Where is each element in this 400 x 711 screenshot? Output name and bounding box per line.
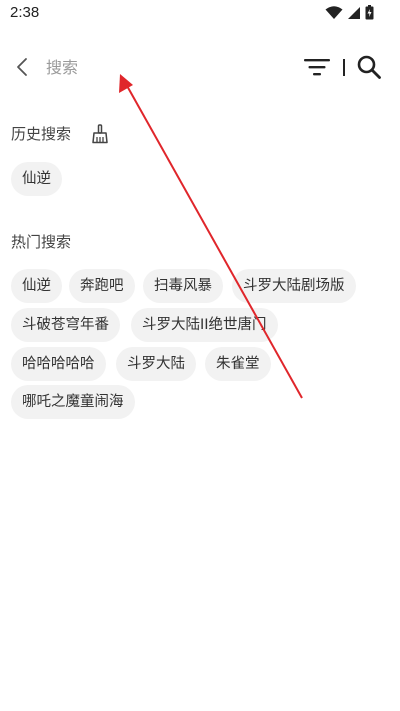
hot-chip[interactable]: 斗罗大陆 — [116, 347, 196, 381]
hot-chip[interactable]: 斗罗大陆剧场版 — [232, 269, 356, 303]
hot-chip[interactable]: 仙逆 — [11, 269, 62, 303]
hot-chip[interactable]: 斗破苍穹年番 — [11, 308, 120, 342]
hot-section-title: 热门搜索 — [11, 233, 72, 251]
hot-chip[interactable]: 斗罗大陆II绝世唐门 — [131, 308, 278, 342]
search-header — [0, 42, 400, 92]
broom-icon[interactable] — [91, 124, 109, 144]
hot-chip[interactable]: 哈哈哈哈哈 — [11, 347, 106, 381]
filter-icon[interactable] — [303, 57, 331, 77]
back-icon[interactable] — [12, 56, 32, 78]
hot-chip[interactable]: 朱雀堂 — [205, 347, 271, 381]
status-bar: 2:38 — [0, 0, 400, 28]
status-icons — [325, 5, 374, 20]
cellular-signal-icon — [348, 6, 360, 19]
search-icon[interactable] — [356, 54, 382, 80]
battery-charging-icon — [365, 5, 374, 20]
hot-chip[interactable]: 哪吒之魔童闹海 — [11, 385, 135, 419]
history-chip[interactable]: 仙逆 — [11, 162, 62, 196]
header-divider — [343, 59, 345, 76]
search-input[interactable] — [46, 54, 266, 80]
hot-chip[interactable]: 奔跑吧 — [69, 269, 135, 303]
status-time: 2:38 — [10, 4, 40, 21]
history-section-title: 历史搜索 — [11, 125, 72, 143]
wifi-icon — [325, 5, 343, 19]
hot-chip[interactable]: 扫毒风暴 — [143, 269, 223, 303]
